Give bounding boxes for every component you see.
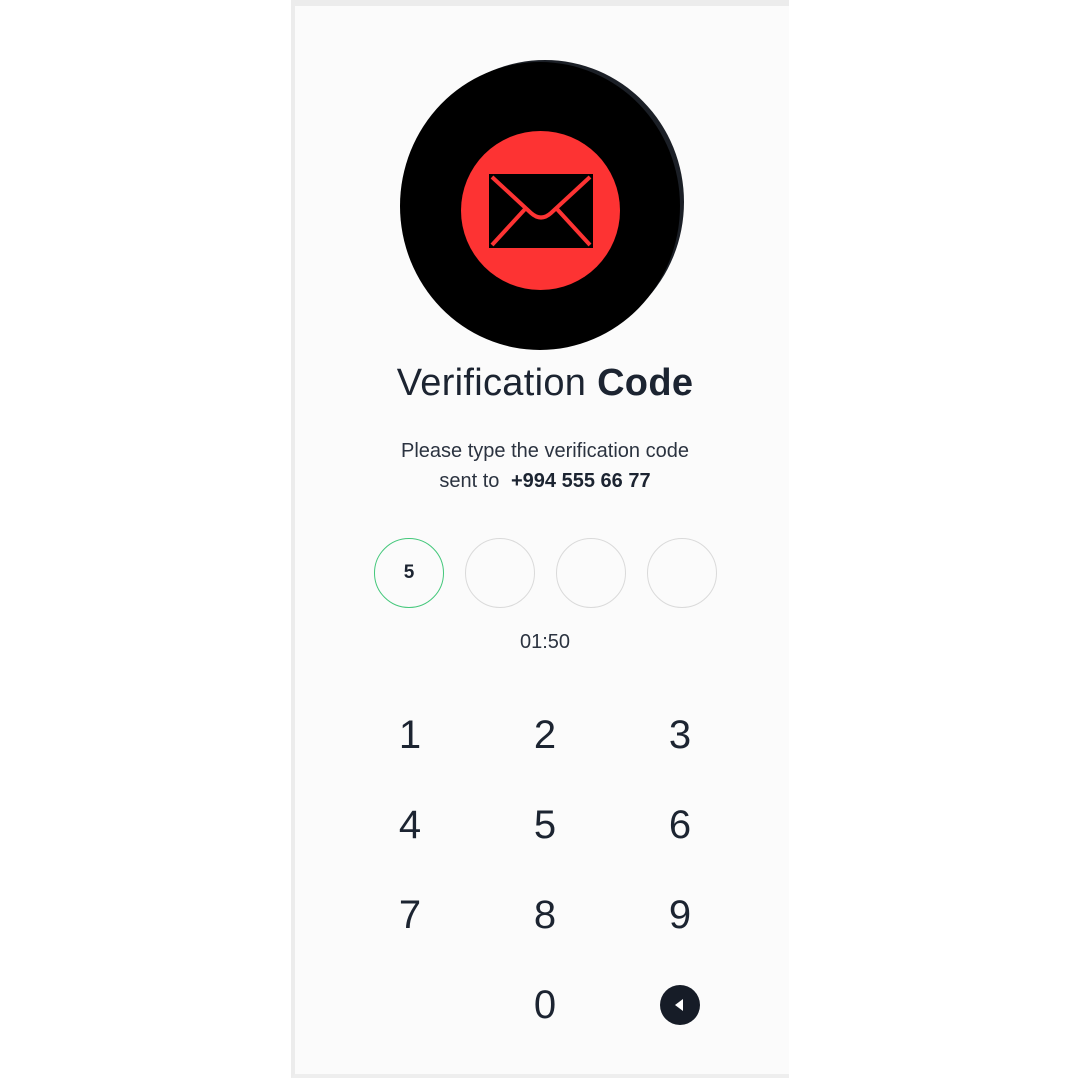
phone-number: +994 555 66 77 [511, 470, 651, 492]
keypad-key-7[interactable]: 7 [365, 885, 455, 945]
backspace-icon [660, 985, 700, 1025]
code-digit-2[interactable] [465, 538, 535, 608]
title-regular: Verification [396, 362, 587, 404]
keypad-key-8[interactable]: 8 [500, 885, 590, 945]
instruction-line-1: Please type the verification code [401, 440, 689, 462]
page-title: Verification Code [300, 362, 790, 405]
keypad-key-4[interactable]: 4 [365, 795, 455, 855]
avatar [400, 60, 684, 350]
code-digit-3[interactable] [556, 538, 626, 608]
countdown-timer: 01:50 [519, 631, 571, 653]
title-bold: Code [597, 362, 694, 404]
keypad-key-3[interactable]: 3 [635, 705, 725, 765]
keypad-key-9[interactable]: 9 [635, 885, 725, 945]
backspace-button[interactable] [635, 975, 725, 1035]
keypad-key-0[interactable]: 0 [500, 975, 590, 1035]
instruction-text: Please type the verification code sent t… [300, 436, 790, 496]
screen: Verification Code Please type the verifi… [0, 0, 1080, 1080]
sent-to-label: sent to [439, 470, 500, 492]
keypad-key-2[interactable]: 2 [500, 705, 590, 765]
keypad-key-5[interactable]: 5 [500, 795, 590, 855]
instruction-line-2: sent to +994 555 66 77 [300, 466, 790, 496]
code-digit-4[interactable] [647, 538, 717, 608]
keypad-key-1[interactable]: 1 [365, 705, 455, 765]
keypad-key-6[interactable]: 6 [635, 795, 725, 855]
avatar-badge [461, 131, 620, 290]
envelope-icon [489, 174, 593, 248]
code-digit-1[interactable]: 5 [374, 538, 444, 608]
